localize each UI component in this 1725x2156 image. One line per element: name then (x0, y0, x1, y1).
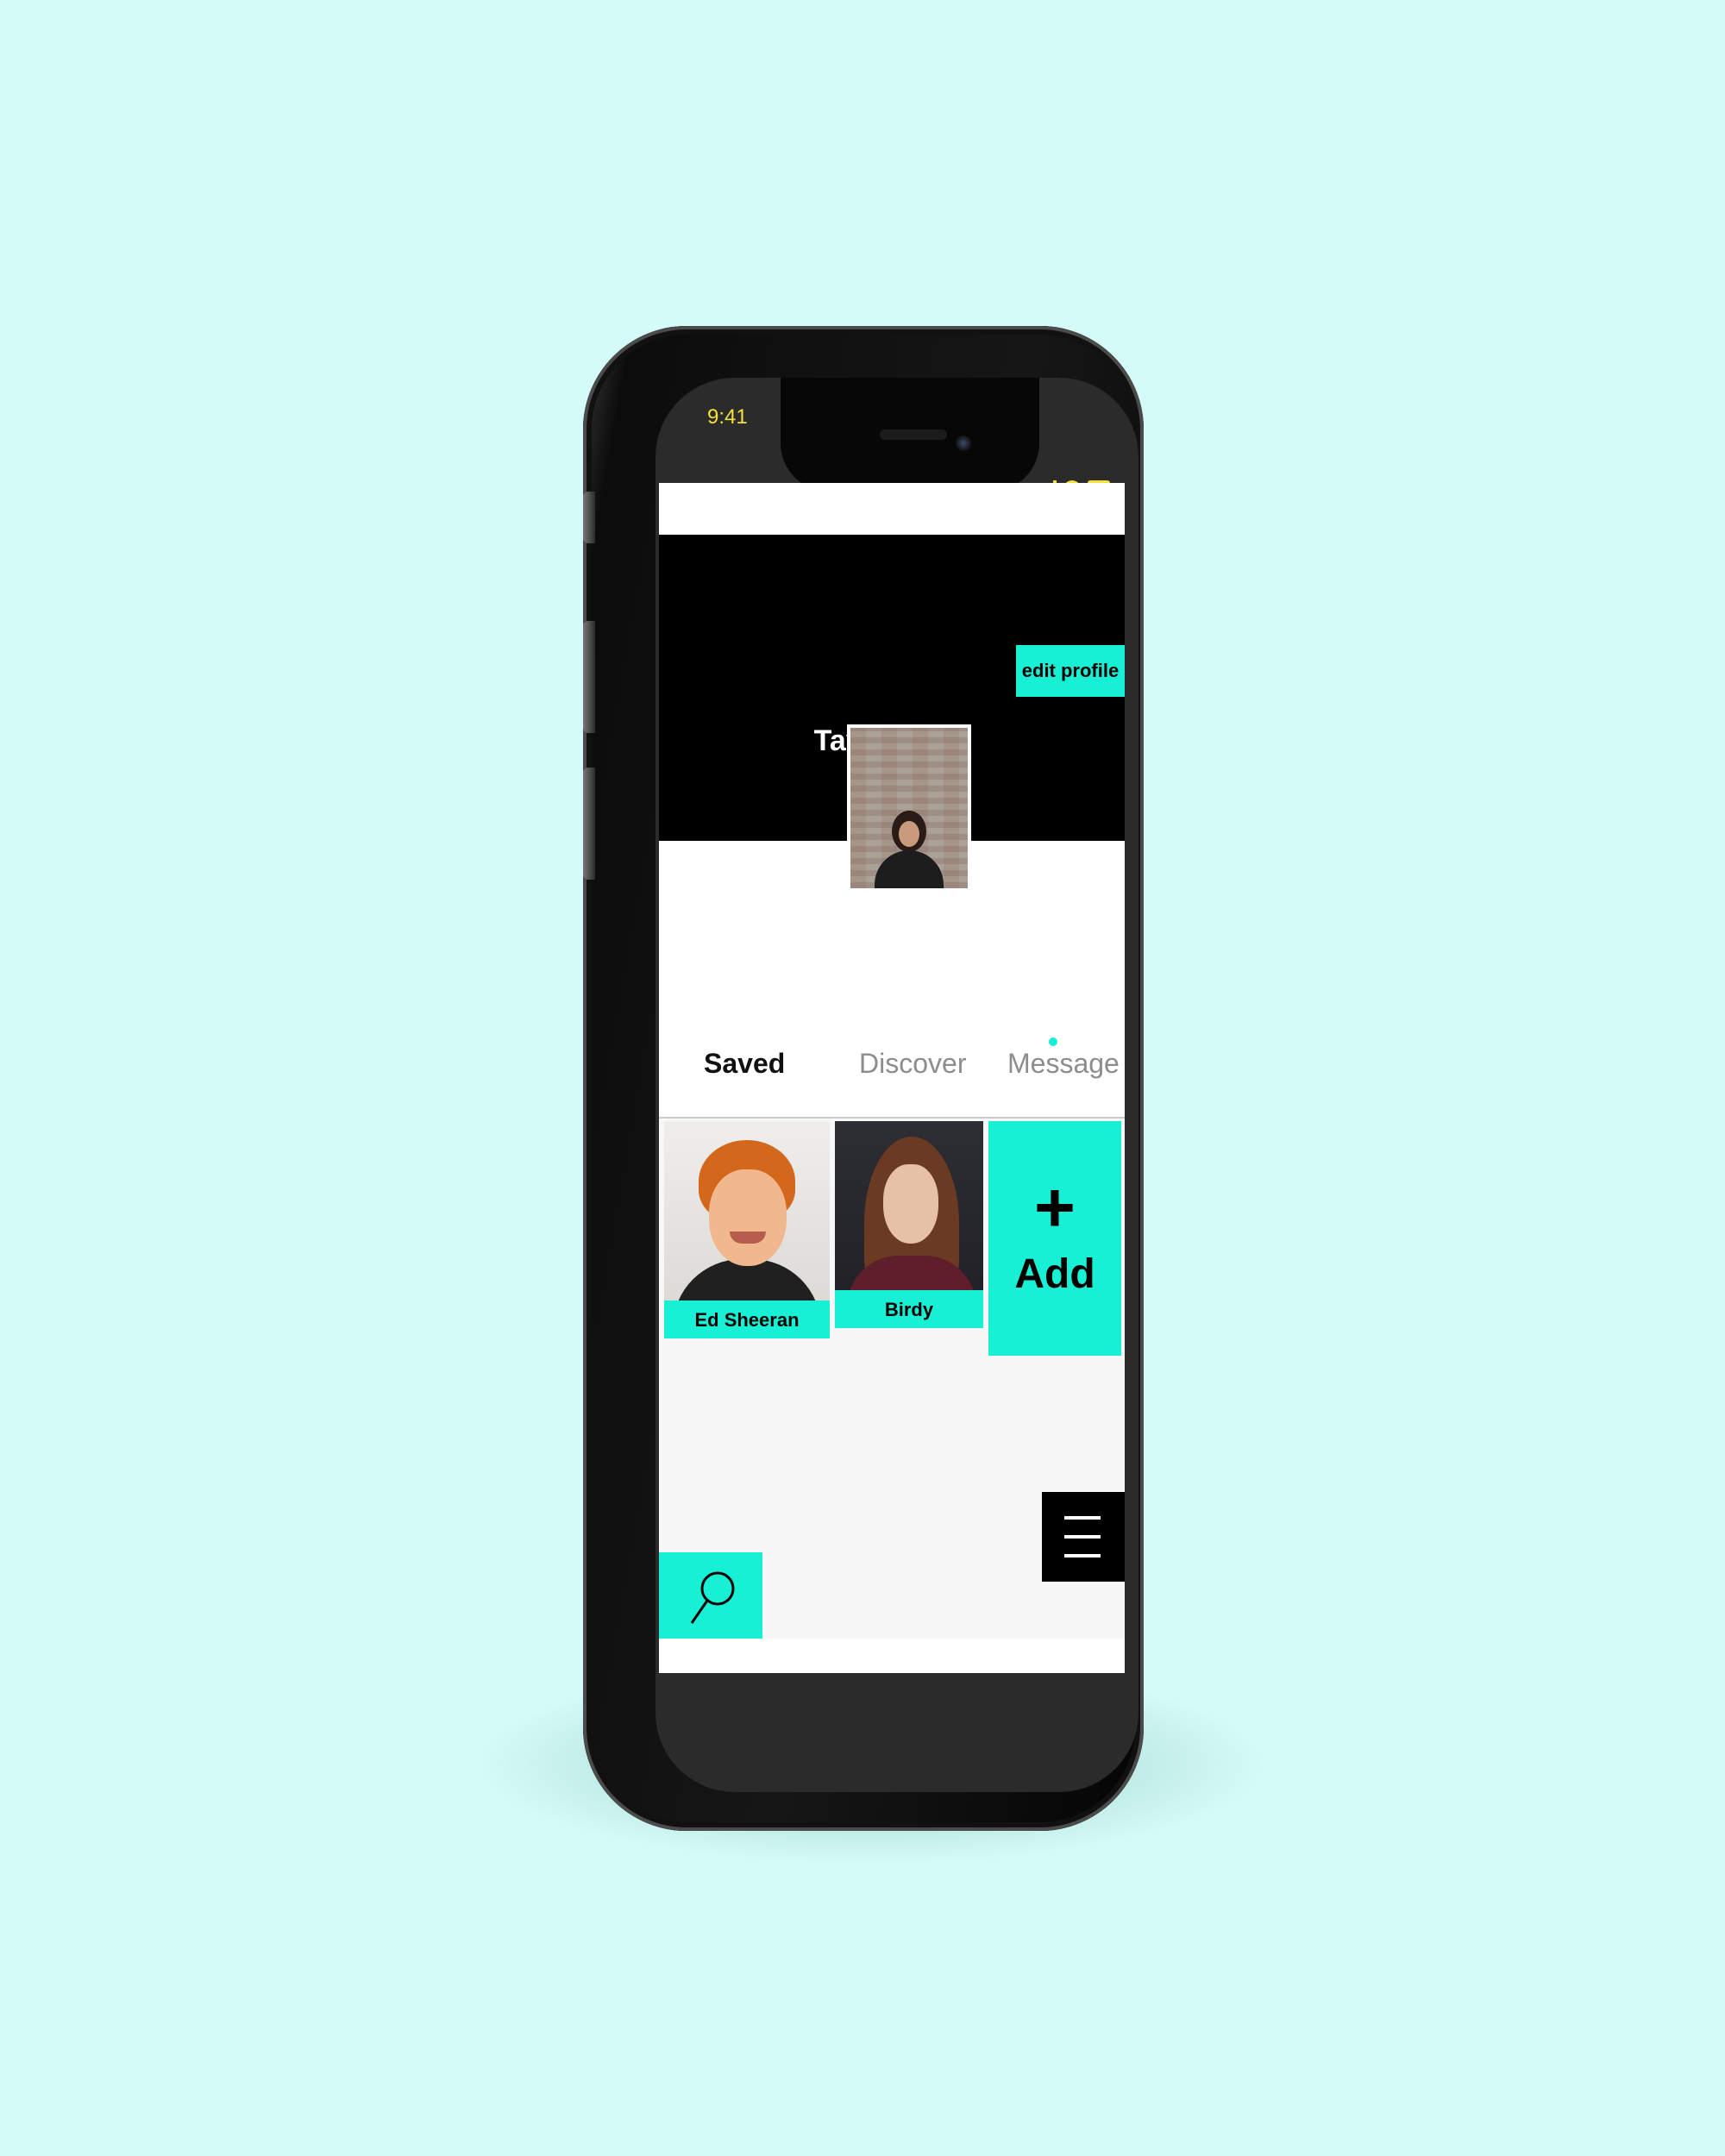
artist-name-label: Ed Sheeran (664, 1300, 830, 1338)
artist-name-label: Birdy (835, 1290, 983, 1328)
message-notification-dot (1049, 1037, 1057, 1046)
edit-profile-button[interactable]: edit profile (1016, 645, 1125, 697)
add-label: Add (1014, 1251, 1095, 1297)
add-artist-button[interactable]: + Add (988, 1121, 1121, 1356)
silent-switch (583, 492, 595, 543)
volume-up-button (583, 621, 595, 733)
artist-photo-face (709, 1169, 787, 1266)
volume-down-button (583, 768, 595, 880)
tab-message[interactable]: Message (1007, 1048, 1120, 1080)
menu-icon (1064, 1516, 1101, 1520)
avatar-body (875, 850, 944, 888)
front-camera (956, 436, 971, 451)
status-strip (659, 483, 1125, 535)
profile-avatar[interactable] (847, 724, 971, 892)
avatar-face (899, 821, 919, 847)
search-icon (690, 1571, 735, 1624)
tab-bar: Saved Discover Message (659, 1013, 1125, 1119)
scene: 9:41 edit profile Taylor Figg Saved Disc… (0, 0, 1725, 2156)
status-time: 9:41 (707, 405, 748, 429)
speaker (880, 429, 947, 440)
menu-button[interactable] (1042, 1492, 1125, 1582)
tab-saved[interactable]: Saved (704, 1048, 785, 1080)
plus-icon: + (1034, 1169, 1076, 1247)
app-screen: edit profile Taylor Figg Saved Discover … (659, 483, 1125, 1673)
search-button[interactable] (659, 1552, 762, 1639)
artist-card-ed-sheeran[interactable]: Ed Sheeran (664, 1121, 830, 1338)
artist-photo-face (883, 1164, 938, 1244)
tab-discover[interactable]: Discover (859, 1048, 966, 1080)
menu-icon-line (1064, 1554, 1101, 1557)
menu-icon-line (1064, 1535, 1101, 1539)
bottom-strip (659, 1639, 1125, 1673)
artist-card-birdy[interactable]: Birdy (835, 1121, 983, 1328)
